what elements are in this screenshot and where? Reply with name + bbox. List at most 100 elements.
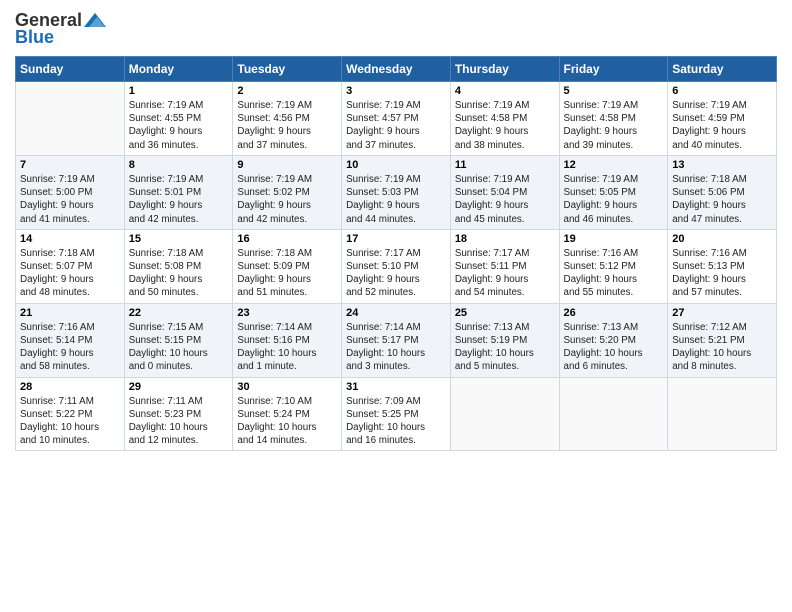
calendar-cell: 24Sunrise: 7:14 AM Sunset: 5:17 PM Dayli… xyxy=(342,303,451,377)
calendar-cell: 10 Sunrise: 7:19 AM Sunset: 5:03 PM Dayli… xyxy=(342,155,451,229)
calendar-cell: 19Sunrise: 7:16 AM Sunset: 5:12 PM Dayli… xyxy=(559,229,668,303)
day-info: Sunrise: 7:19 AM Sunset: 4:55 PM Dayligh… xyxy=(129,99,229,152)
day-info: Sunrise: 7:16 AM Sunset: 5:13 PM Dayligh… xyxy=(672,247,772,300)
weekday-header-tuesday: Tuesday xyxy=(233,57,342,82)
header: General Blue xyxy=(15,10,777,48)
day-info: Sunrise: 7:19 AM Sunset: 4:56 PM Dayligh… xyxy=(237,99,337,152)
calendar-cell: 22 Sunrise: 7:15 AM Sunset: 5:15 PM Dayli… xyxy=(124,303,233,377)
day-number: 23 xyxy=(237,307,337,319)
calendar-cell: 16 Sunrise: 7:18 AM Sunset: 5:09 PM Dayli… xyxy=(233,229,342,303)
calendar-cell: 20 Sunrise: 7:16 AM Sunset: 5:13 PM Dayli… xyxy=(668,229,777,303)
day-number: 9 xyxy=(237,159,337,171)
main-container: General Blue SundayMondayTuesdayWednesda… xyxy=(0,0,792,456)
day-number: 14 xyxy=(20,233,120,245)
calendar-cell: 12 Sunrise: 7:19 AM Sunset: 5:05 PM Dayli… xyxy=(559,155,668,229)
day-number: 18 xyxy=(455,233,555,245)
day-info: Sunrise: 7:17 AM Sunset: 5:10 PM Dayligh… xyxy=(346,247,446,300)
day-number: 5 xyxy=(564,85,664,97)
day-number: 13 xyxy=(672,159,772,171)
day-number: 22 xyxy=(129,307,229,319)
day-number: 4 xyxy=(455,85,555,97)
day-info: Sunrise: 7:19 AM Sunset: 4:57 PM Dayligh… xyxy=(346,99,446,152)
calendar-week-row: 7Sunrise: 7:19 AM Sunset: 5:00 PM Daylig… xyxy=(16,155,777,229)
day-info: Sunrise: 7:19 AM Sunset: 5:03 PM Dayligh… xyxy=(346,173,446,226)
day-info: Sunrise: 7:16 AM Sunset: 5:14 PM Dayligh… xyxy=(20,321,120,374)
calendar-cell: 18 Sunrise: 7:17 AM Sunset: 5:11 PM Dayli… xyxy=(450,229,559,303)
day-number: 11 xyxy=(455,159,555,171)
day-number: 31 xyxy=(346,381,446,393)
calendar-cell: 13 Sunrise: 7:18 AM Sunset: 5:06 PM Dayli… xyxy=(668,155,777,229)
day-number: 24 xyxy=(346,307,446,319)
day-number: 6 xyxy=(672,85,772,97)
calendar-cell: 14 Sunrise: 7:18 AM Sunset: 5:07 PM Dayli… xyxy=(16,229,125,303)
calendar-week-row: 14 Sunrise: 7:18 AM Sunset: 5:07 PM Dayli… xyxy=(16,229,777,303)
day-number: 16 xyxy=(237,233,337,245)
calendar-cell xyxy=(668,377,777,451)
calendar-cell: 25 Sunrise: 7:13 AM Sunset: 5:19 PM Dayli… xyxy=(450,303,559,377)
day-number: 21 xyxy=(20,307,120,319)
calendar-cell: 7Sunrise: 7:19 AM Sunset: 5:00 PM Daylig… xyxy=(16,155,125,229)
calendar-cell xyxy=(16,82,125,156)
day-number: 2 xyxy=(237,85,337,97)
day-number: 12 xyxy=(564,159,664,171)
calendar-cell: 15Sunrise: 7:18 AM Sunset: 5:08 PM Dayli… xyxy=(124,229,233,303)
day-number: 20 xyxy=(672,233,772,245)
weekday-header-thursday: Thursday xyxy=(450,57,559,82)
logo: General Blue xyxy=(15,10,108,48)
day-info: Sunrise: 7:19 AM Sunset: 5:04 PM Dayligh… xyxy=(455,173,555,226)
day-info: Sunrise: 7:19 AM Sunset: 5:02 PM Dayligh… xyxy=(237,173,337,226)
day-number: 27 xyxy=(672,307,772,319)
calendar-cell: 27 Sunrise: 7:12 AM Sunset: 5:21 PM Dayli… xyxy=(668,303,777,377)
day-info: Sunrise: 7:11 AM Sunset: 5:22 PM Dayligh… xyxy=(20,395,120,448)
day-number: 26 xyxy=(564,307,664,319)
calendar-cell: 4Sunrise: 7:19 AM Sunset: 4:58 PM Daylig… xyxy=(450,82,559,156)
day-info: Sunrise: 7:18 AM Sunset: 5:06 PM Dayligh… xyxy=(672,173,772,226)
day-info: Sunrise: 7:16 AM Sunset: 5:12 PM Dayligh… xyxy=(564,247,664,300)
weekday-header-sunday: Sunday xyxy=(16,57,125,82)
calendar-cell: 11 Sunrise: 7:19 AM Sunset: 5:04 PM Dayli… xyxy=(450,155,559,229)
calendar-table: SundayMondayTuesdayWednesdayThursdayFrid… xyxy=(15,56,777,451)
day-number: 30 xyxy=(237,381,337,393)
day-info: Sunrise: 7:15 AM Sunset: 5:15 PM Dayligh… xyxy=(129,321,229,374)
day-number: 3 xyxy=(346,85,446,97)
day-number: 28 xyxy=(20,381,120,393)
calendar-header-row: SundayMondayTuesdayWednesdayThursdayFrid… xyxy=(16,57,777,82)
calendar-cell: 1 Sunrise: 7:19 AM Sunset: 4:55 PM Daylig… xyxy=(124,82,233,156)
day-info: Sunrise: 7:18 AM Sunset: 5:07 PM Dayligh… xyxy=(20,247,120,300)
day-info: Sunrise: 7:19 AM Sunset: 4:59 PM Dayligh… xyxy=(672,99,772,152)
day-info: Sunrise: 7:10 AM Sunset: 5:24 PM Dayligh… xyxy=(237,395,337,448)
day-info: Sunrise: 7:19 AM Sunset: 5:01 PM Dayligh… xyxy=(129,173,229,226)
weekday-header-saturday: Saturday xyxy=(668,57,777,82)
calendar-cell: 6 Sunrise: 7:19 AM Sunset: 4:59 PM Daylig… xyxy=(668,82,777,156)
calendar-week-row: 21 Sunrise: 7:16 AM Sunset: 5:14 PM Dayli… xyxy=(16,303,777,377)
day-number: 25 xyxy=(455,307,555,319)
day-info: Sunrise: 7:19 AM Sunset: 5:05 PM Dayligh… xyxy=(564,173,664,226)
day-number: 7 xyxy=(20,159,120,171)
day-info: Sunrise: 7:18 AM Sunset: 5:09 PM Dayligh… xyxy=(237,247,337,300)
calendar-cell: 3 Sunrise: 7:19 AM Sunset: 4:57 PM Daylig… xyxy=(342,82,451,156)
calendar-cell: 31 Sunrise: 7:09 AM Sunset: 5:25 PM Dayli… xyxy=(342,377,451,451)
day-info: Sunrise: 7:09 AM Sunset: 5:25 PM Dayligh… xyxy=(346,395,446,448)
calendar-cell: 23Sunrise: 7:14 AM Sunset: 5:16 PM Dayli… xyxy=(233,303,342,377)
day-number: 29 xyxy=(129,381,229,393)
calendar-cell xyxy=(559,377,668,451)
day-info: Sunrise: 7:12 AM Sunset: 5:21 PM Dayligh… xyxy=(672,321,772,374)
calendar-cell: 26Sunrise: 7:13 AM Sunset: 5:20 PM Dayli… xyxy=(559,303,668,377)
day-info: Sunrise: 7:13 AM Sunset: 5:19 PM Dayligh… xyxy=(455,321,555,374)
calendar-cell: 8Sunrise: 7:19 AM Sunset: 5:01 PM Daylig… xyxy=(124,155,233,229)
day-info: Sunrise: 7:19 AM Sunset: 4:58 PM Dayligh… xyxy=(564,99,664,152)
day-number: 10 xyxy=(346,159,446,171)
calendar-week-row: 28 Sunrise: 7:11 AM Sunset: 5:22 PM Dayli… xyxy=(16,377,777,451)
calendar-cell xyxy=(450,377,559,451)
day-number: 1 xyxy=(129,85,229,97)
calendar-cell: 9 Sunrise: 7:19 AM Sunset: 5:02 PM Daylig… xyxy=(233,155,342,229)
calendar-cell: 5 Sunrise: 7:19 AM Sunset: 4:58 PM Daylig… xyxy=(559,82,668,156)
calendar-cell: 21 Sunrise: 7:16 AM Sunset: 5:14 PM Dayli… xyxy=(16,303,125,377)
day-info: Sunrise: 7:18 AM Sunset: 5:08 PM Dayligh… xyxy=(129,247,229,300)
logo-blue-text: Blue xyxy=(15,27,54,48)
calendar-cell: 30 Sunrise: 7:10 AM Sunset: 5:24 PM Dayli… xyxy=(233,377,342,451)
calendar-cell: 29Sunrise: 7:11 AM Sunset: 5:23 PM Dayli… xyxy=(124,377,233,451)
day-info: Sunrise: 7:17 AM Sunset: 5:11 PM Dayligh… xyxy=(455,247,555,300)
weekday-header-wednesday: Wednesday xyxy=(342,57,451,82)
calendar-cell: 17Sunrise: 7:17 AM Sunset: 5:10 PM Dayli… xyxy=(342,229,451,303)
